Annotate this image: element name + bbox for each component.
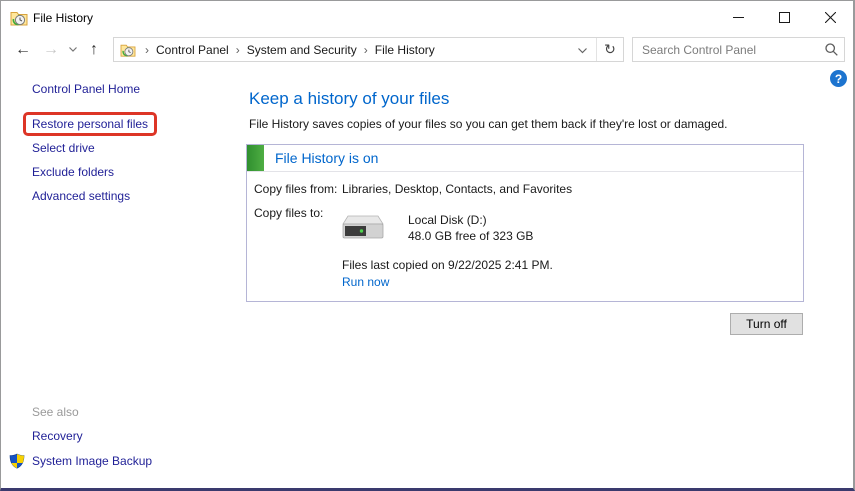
refresh-button[interactable]: ↻	[597, 41, 623, 58]
window-controls	[715, 1, 853, 34]
sidebar-item-recovery-row: Recovery	[9, 430, 152, 443]
status-panel-body: Copy files from: Libraries, Desktop, Con…	[247, 172, 803, 301]
sidebar-item-select-drive[interactable]: Select drive	[32, 142, 95, 155]
forward-button[interactable]: →	[37, 37, 65, 63]
copy-to-details: Local Disk (D:) 48.0 GB free of 323 GB F…	[342, 206, 803, 289]
copy-to-row: Copy files to: Local Disk (D:) 48.0 GB f…	[254, 206, 803, 289]
file-history-status-panel: File History is on Copy files from: Libr…	[246, 144, 804, 302]
copy-from-row: Copy files from: Libraries, Desktop, Con…	[254, 182, 803, 196]
run-now-link[interactable]: Run now	[342, 275, 389, 289]
breadcrumb-control-panel[interactable]: Control Panel	[156, 43, 229, 57]
main-content: ? Keep a history of your files File Hist…	[231, 65, 853, 488]
address-bar[interactable]: › Control Panel › System and Security › …	[113, 37, 624, 62]
file-history-window: File History ← → ↑ › Control Panel › Sys…	[0, 0, 855, 491]
copy-to-label: Copy files to:	[254, 206, 324, 220]
sidebar-item-exclude-folders[interactable]: Exclude folders	[32, 166, 114, 179]
sidebar-item-recovery[interactable]: Recovery	[32, 430, 83, 443]
close-button[interactable]	[807, 1, 853, 34]
maximize-icon	[778, 12, 790, 23]
page-description: File History saves copies of your files …	[249, 117, 728, 131]
last-copied-text: Files last copied on 9/22/2025 2:41 PM.	[342, 258, 553, 272]
minimize-button[interactable]	[715, 1, 761, 34]
back-icon: ←	[15, 40, 31, 58]
see-also-section: See also Recovery System Image Backup	[9, 405, 152, 479]
sidebar-item-restore-personal-files-wrapper: Restore personal files	[23, 112, 158, 136]
window-title: File History	[33, 10, 94, 25]
turn-off-button[interactable]: Turn off	[730, 313, 803, 335]
title-bar: File History	[1, 1, 853, 34]
copy-from-value: Libraries, Desktop, Contacts, and Favori…	[342, 182, 573, 196]
close-icon	[824, 12, 836, 23]
help-icon: ?	[834, 71, 843, 86]
recent-locations-button[interactable]	[65, 37, 81, 63]
sidebar-item-restore-personal-files[interactable]: Restore personal files	[32, 118, 148, 131]
status-on-indicator	[247, 145, 264, 171]
address-dropdown-button[interactable]	[569, 41, 596, 59]
file-history-icon	[10, 11, 28, 25]
breadcrumb-system-and-security[interactable]: System and Security	[247, 43, 357, 57]
search-icon[interactable]	[825, 43, 838, 56]
page-title: Keep a history of your files	[249, 89, 450, 108]
chevron-down-icon	[69, 47, 77, 52]
breadcrumb-file-history[interactable]: File History	[375, 43, 435, 57]
breadcrumb-chevron[interactable]: ›	[357, 43, 375, 57]
address-bar-controls: ↻	[569, 38, 623, 61]
target-drive: Local Disk (D:) 48.0 GB free of 323 GB	[342, 213, 803, 243]
up-icon: ↑	[90, 40, 98, 58]
drive-text: Local Disk (D:) 48.0 GB free of 323 GB	[408, 213, 533, 243]
copy-from-label: Copy files from:	[254, 182, 338, 196]
back-button[interactable]: ←	[9, 37, 37, 63]
status-title: File History is on	[275, 150, 379, 166]
drive-free-space: 48.0 GB free of 323 GB	[408, 229, 534, 243]
sidebar-item-system-image-backup[interactable]: System Image Backup	[32, 454, 152, 468]
search-box[interactable]	[632, 37, 845, 62]
location-file-history-icon	[120, 44, 136, 57]
see-also-heading: See also	[32, 405, 79, 419]
forward-icon: →	[43, 40, 59, 58]
hard-drive-icon	[342, 215, 384, 239]
window-body: Control Panel Home Restore personal file…	[1, 65, 853, 488]
navigation-toolbar: ← → ↑ › Control Panel › System and Secur…	[1, 34, 853, 65]
help-button[interactable]: ?	[830, 70, 847, 87]
up-button[interactable]: ↑	[81, 37, 107, 63]
sidebar-item-advanced-settings[interactable]: Advanced settings	[32, 190, 130, 203]
minimize-icon	[732, 17, 744, 18]
breadcrumb-chevron[interactable]: ›	[138, 43, 156, 57]
sidebar: Control Panel Home Restore personal file…	[1, 65, 231, 488]
sidebar-item-control-panel-home[interactable]: Control Panel Home	[32, 83, 140, 96]
search-input[interactable]	[642, 42, 825, 57]
breadcrumb-chevron[interactable]: ›	[229, 43, 247, 57]
status-panel-header: File History is on	[247, 145, 803, 172]
drive-name: Local Disk (D:)	[408, 213, 487, 227]
uac-shield-icon	[9, 453, 25, 469]
chevron-down-icon	[578, 47, 587, 53]
sidebar-item-system-image-backup-row: System Image Backup	[9, 453, 152, 469]
maximize-button[interactable]	[761, 1, 807, 34]
